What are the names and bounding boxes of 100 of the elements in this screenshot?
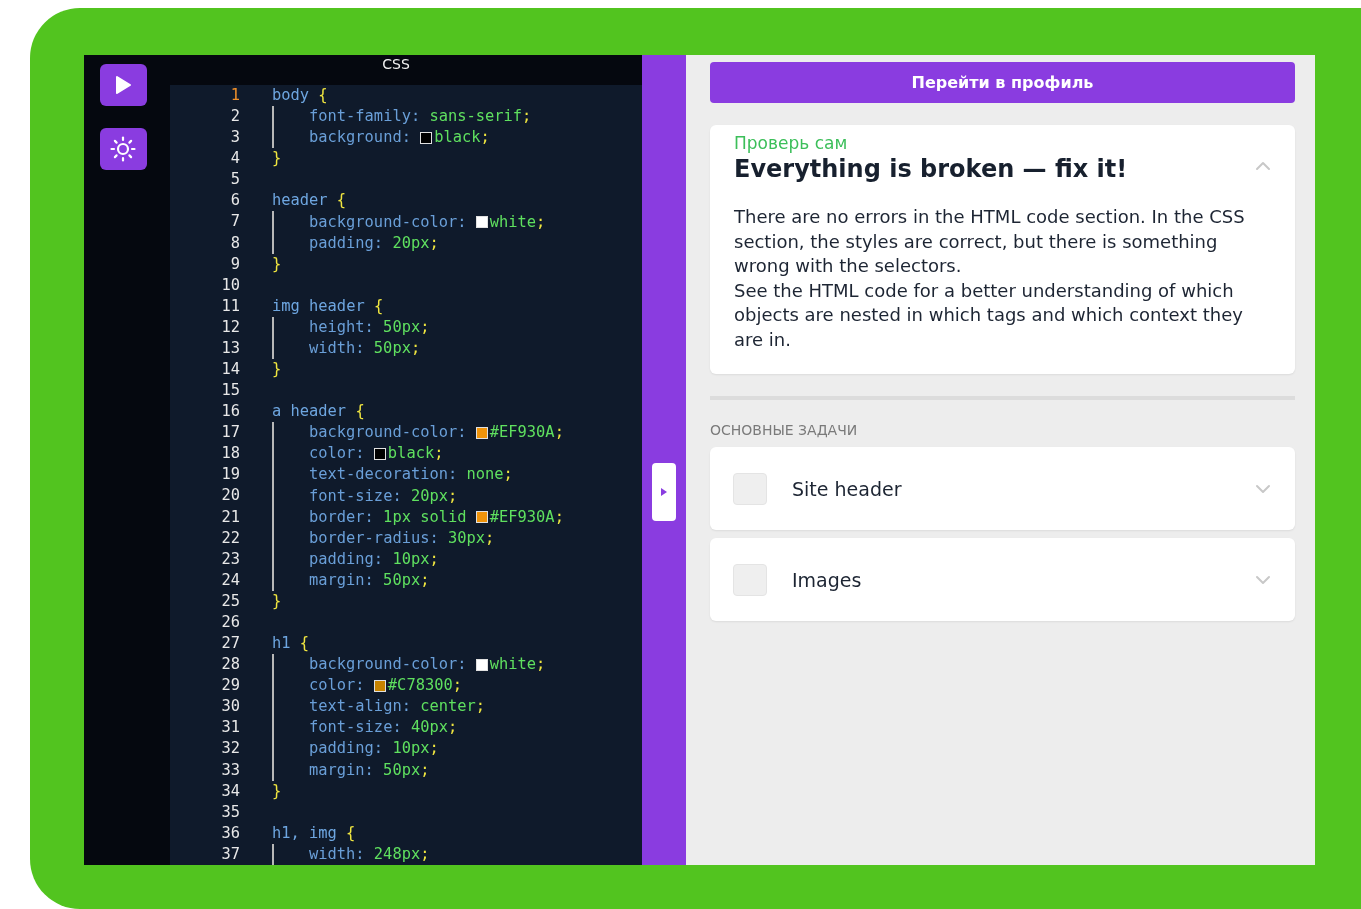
code-token: a header <box>272 401 347 423</box>
code-token: 40px <box>410 717 448 739</box>
task-label: Site header <box>792 477 903 500</box>
code-token: text-decoration: <box>309 464 458 486</box>
line-number: 5 <box>229 169 240 191</box>
code-token: width: <box>309 843 365 865</box>
sun-icon <box>110 136 136 162</box>
line-number: 30 <box>220 696 240 718</box>
card-paragraph: There are no errors in the HTML code section. In the CSS section, the styles are correct, but there is something wrong with the selectors. <box>734 205 1246 278</box>
code-token: ; <box>420 843 430 865</box>
code-token: 50px <box>383 569 421 591</box>
code-token: ; <box>503 464 513 486</box>
code-token: ; <box>429 232 439 254</box>
line-number: 9 <box>229 253 240 275</box>
section-label: ОСНОВНЫЕ ЗАДАЧИ <box>710 421 859 439</box>
code-token: } <box>272 780 282 802</box>
code-token: white <box>489 654 537 676</box>
theme-button[interactable] <box>99 128 147 170</box>
code-token: header <box>272 190 328 212</box>
code-token: } <box>272 253 282 275</box>
code-token: { <box>373 295 384 317</box>
line-number: 33 <box>220 759 240 781</box>
code-token: ; <box>420 759 430 781</box>
code-token: font-size: <box>309 485 402 507</box>
code-token: border-radius: <box>309 527 439 549</box>
code-token: width: <box>309 337 365 359</box>
code-token: border: <box>309 506 374 528</box>
task-card[interactable]: Site header <box>710 447 1295 530</box>
code-token: { <box>336 190 347 212</box>
line-number: 37 <box>220 843 240 865</box>
task-card[interactable]: Images <box>710 538 1295 621</box>
code-token: ; <box>448 717 458 739</box>
card-title: Everything is broken — fix it! <box>734 154 1128 185</box>
code-token: h1, img <box>272 822 337 844</box>
code-token: { <box>318 85 328 107</box>
line-number: 28 <box>220 654 240 676</box>
line-number: 14 <box>220 359 240 380</box>
play-icon <box>113 75 133 95</box>
editor-title: CSS <box>170 55 642 85</box>
profile-button[interactable]: Перейти в профиль <box>710 62 1295 103</box>
line-number: 34 <box>220 780 240 802</box>
code-token: padding: <box>309 738 384 760</box>
code-token: ; <box>410 337 421 359</box>
code-token: } <box>272 590 282 612</box>
line-number: 7 <box>229 211 240 233</box>
code-token: height: <box>309 316 374 338</box>
code-token: ; <box>434 443 444 465</box>
line-number: 15 <box>220 380 240 402</box>
line-number: 1 <box>229 85 240 106</box>
code-token: font-size: <box>309 717 402 739</box>
code-token: sans-serif <box>429 106 523 128</box>
line-number: 16 <box>220 401 240 423</box>
code-token: ; <box>429 738 439 760</box>
code-token: 30px <box>447 527 486 549</box>
code-token: background-color: <box>309 211 467 233</box>
code-token: ; <box>429 548 439 570</box>
code-token: 10px <box>392 548 430 570</box>
code-token: white <box>489 211 537 233</box>
code-token: body <box>272 85 310 107</box>
code-token: color: <box>309 675 365 697</box>
task-label: Images <box>792 568 863 591</box>
code-token: none <box>466 464 504 486</box>
code-token: ; <box>420 316 430 338</box>
line-number: 22 <box>220 527 240 549</box>
line-number: 24 <box>220 569 240 591</box>
code-token: ; <box>480 127 490 149</box>
line-number: 25 <box>220 590 240 612</box>
code-token: ; <box>420 569 430 591</box>
task-checkbox[interactable] <box>733 472 767 505</box>
code-token: color: <box>309 443 365 465</box>
task-checkbox[interactable] <box>733 563 767 596</box>
line-number: 31 <box>220 717 240 739</box>
code-token: background-color: <box>309 422 467 444</box>
code-token: #EF930A <box>489 422 555 444</box>
line-number: 13 <box>220 337 240 359</box>
line-number: 20 <box>220 485 240 507</box>
expand-handle[interactable] <box>652 463 676 521</box>
chevron-up-icon[interactable] <box>1255 161 1271 171</box>
card-eyebrow: Проверь сам <box>734 133 849 153</box>
code-token: ; <box>536 654 546 676</box>
code-token: #EF930A <box>489 506 555 528</box>
code-token: ; <box>554 506 564 528</box>
line-number: 26 <box>220 611 240 633</box>
code-token: text-align: <box>309 696 411 718</box>
code-token: background-color: <box>309 654 467 676</box>
code-token: { <box>355 401 365 423</box>
run-button[interactable] <box>99 64 147 106</box>
code-token: } <box>272 148 282 170</box>
code-token: font-family: <box>309 106 421 128</box>
line-number: 18 <box>220 443 240 465</box>
code-token: center <box>420 696 476 718</box>
chevron-down-icon[interactable] <box>1255 574 1271 585</box>
code-token: background: <box>309 127 411 149</box>
code-token: #C78300 <box>387 675 453 697</box>
code-token: 50px <box>383 759 421 781</box>
chevron-down-icon[interactable] <box>1255 483 1271 494</box>
code-token: margin: <box>309 759 374 781</box>
line-number: 21 <box>220 506 240 528</box>
code-token: { <box>299 633 310 655</box>
code-token: ; <box>448 485 458 507</box>
